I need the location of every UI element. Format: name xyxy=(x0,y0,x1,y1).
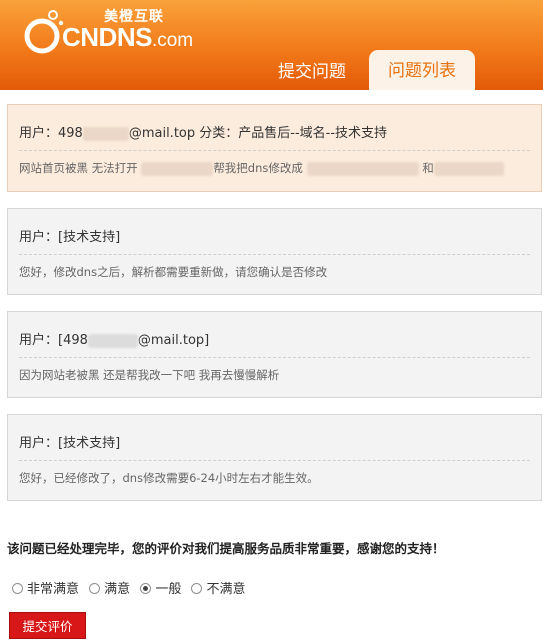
reply-user: 用户：[技术支持] xyxy=(19,432,530,461)
rating-option-very-satisfied[interactable]: 非常满意 xyxy=(12,578,79,597)
question-user-prefix: 用户：498 xyxy=(19,126,83,141)
reply-user: 用户：[498 @mail.top] xyxy=(19,329,530,358)
question-body-text-2: 帮我把dns修改成 xyxy=(213,161,303,175)
redacted-email xyxy=(82,126,129,141)
rating-option-average[interactable]: 一般 xyxy=(140,578,181,597)
redacted-dns-2 xyxy=(433,161,504,176)
header-banner: 美橙互联 CNDNS.com 提交问题 问题列表 xyxy=(0,0,543,90)
logo-wordmark-suffix: .com xyxy=(151,30,194,51)
redacted-email xyxy=(87,333,138,348)
tab-question-list[interactable]: 问题列表 xyxy=(369,50,475,90)
logo-wordmark: CNDNS.com xyxy=(62,22,193,53)
rating-option-satisfied[interactable]: 满意 xyxy=(89,578,130,597)
rating-option-label: 满意 xyxy=(104,582,131,597)
radio-icon[interactable] xyxy=(12,583,23,594)
reply-body: 您好，修改dns之后，解析都需要重新做，请您确认是否修改 xyxy=(19,265,328,279)
rating-notice: 该问题已经处理完毕，您的评价对我们提高服务品质非常重要，感谢您的支持！ xyxy=(7,541,445,556)
radio-icon-checked[interactable] xyxy=(140,583,152,594)
rating-option-unsatisfied[interactable]: 不满意 xyxy=(191,578,245,597)
reply-card: 用户：[技术支持] 您好，已经修改了，dns修改需要6-24小时左右才能生效。 xyxy=(7,414,542,501)
reply-card: 用户：[498 @mail.top] 因为网站老被黑 还是帮我改一下吧 我再去慢慢… xyxy=(7,311,542,398)
submit-rating-button[interactable]: 提交评价 xyxy=(9,612,86,639)
redacted-url xyxy=(141,161,214,176)
question-thread: 用户：498 @mail.top 分类：产品售后--域名--技术支持 网站首页被黑… xyxy=(0,104,543,501)
question-card: 用户：498 @mail.top 分类：产品售后--域名--技术支持 网站首页被黑… xyxy=(7,104,542,192)
rating-option-label: 非常满意 xyxy=(27,582,80,597)
rating-option-label: 不满意 xyxy=(206,582,246,597)
question-body-text-1: 网站首页被黑 无法打开 xyxy=(19,161,138,175)
logo-wordmark-main: CNDNS xyxy=(62,22,152,52)
redacted-dns-1 xyxy=(306,161,419,176)
category-label: 分类： xyxy=(199,126,239,141)
reply-user: 用户：[技术支持] xyxy=(19,226,530,255)
question-body: 网站首页被黑 无法打开 帮我把dns修改成 和 xyxy=(19,151,530,177)
radio-icon[interactable] xyxy=(89,583,101,594)
tab-submit-question[interactable]: 提交问题 xyxy=(262,54,362,90)
rating-options: 非常满意 满意 一般 不满意 xyxy=(12,578,251,597)
question-user-suffix: @mail.top xyxy=(128,126,196,141)
category-value: 产品售后--域名--技术支持 xyxy=(238,126,388,141)
question-body-text-3: 和 xyxy=(422,161,434,175)
reply-card: 用户：[技术支持] 您好，修改dns之后，解析都需要重新做，请您确认是否修改 xyxy=(7,208,542,295)
rating-option-label: 一般 xyxy=(155,582,182,597)
reply-user-suffix: @mail.top] xyxy=(137,333,210,348)
reply-body: 因为网站老被黑 还是帮我改一下吧 我再去慢慢解析 xyxy=(19,368,280,382)
radio-icon[interactable] xyxy=(191,583,203,594)
reply-user-prefix: 用户：[498 xyxy=(19,333,88,348)
question-header: 用户：498 @mail.top 分类：产品售后--域名--技术支持 xyxy=(19,122,530,151)
reply-body: 您好，已经修改了，dns修改需要6-24小时左右才能生效。 xyxy=(19,471,319,485)
